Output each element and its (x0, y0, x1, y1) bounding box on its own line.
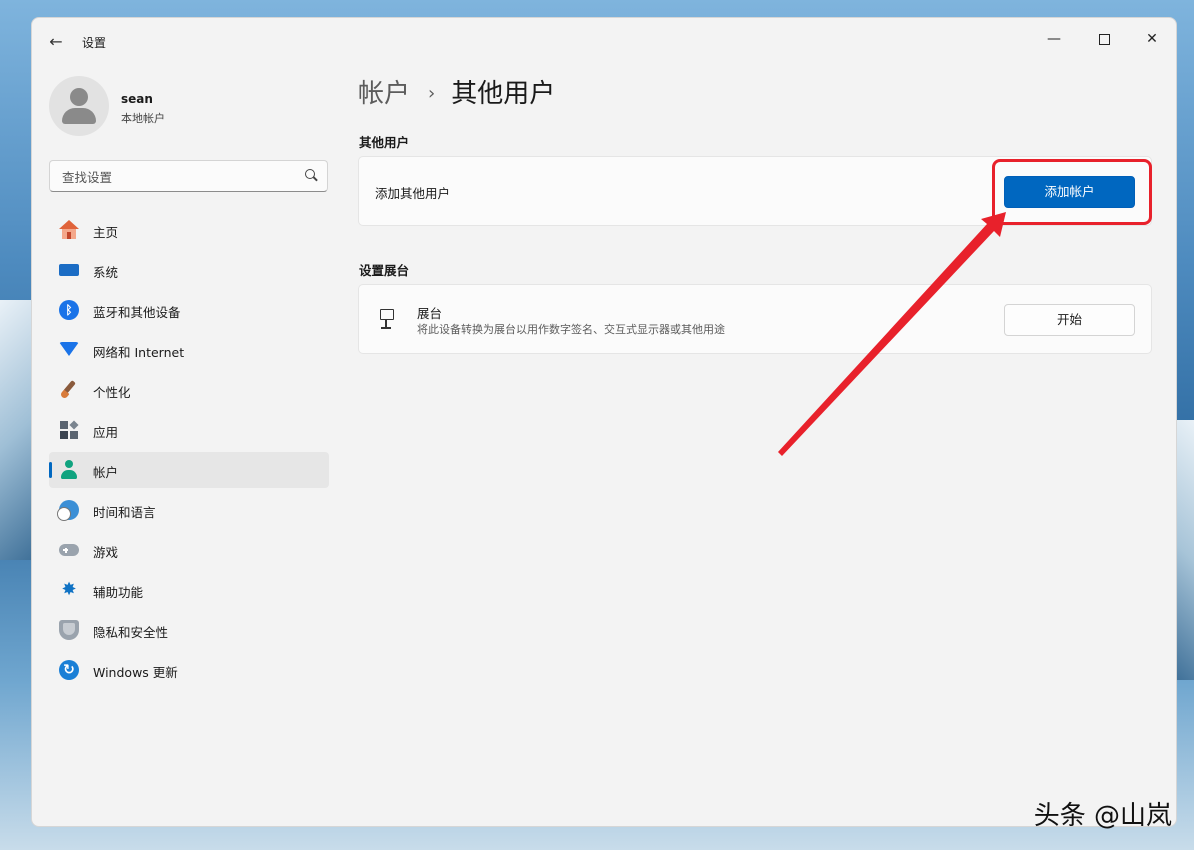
brush-icon (59, 380, 79, 400)
kiosk-icon (379, 309, 395, 331)
sidebar-item-label: 蓝牙和其他设备 (93, 305, 181, 320)
sidebar-item-label: Windows 更新 (93, 665, 178, 680)
accessibility-icon: ✸ (61, 579, 77, 600)
sidebar-item-label: 辅助功能 (93, 585, 144, 600)
sidebar-item-label: 应用 (93, 425, 119, 440)
maximize-button[interactable] (1082, 24, 1126, 54)
sidebar-item-label: 个性化 (93, 385, 131, 400)
avatar[interactable] (49, 76, 109, 136)
settings-window: ← 设置 — ✕ sean 本地帐户 主页 系统 ᛒ 蓝牙和其他设备 网络和 I… (31, 17, 1177, 827)
sidebar-item-label: 隐私和安全性 (93, 625, 169, 640)
back-arrow-icon[interactable]: ← (46, 32, 66, 52)
sidebar-nav: 主页 系统 ᛒ 蓝牙和其他设备 网络和 Internet 个性化 应用 帐户 时… (49, 212, 329, 692)
sidebar-item-label: 游戏 (93, 545, 119, 560)
add-other-user-label: 添加其他用户 (375, 186, 451, 201)
kiosk-start-button[interactable]: 开始 (1004, 304, 1135, 336)
minimize-button[interactable]: — (1032, 24, 1076, 54)
breadcrumb-parent[interactable]: 帐户 (358, 79, 410, 109)
page-title: 其他用户 (451, 79, 556, 109)
sidebar-item-system[interactable]: 系统 (49, 252, 329, 288)
sidebar-item-time-language[interactable]: 时间和语言 (49, 492, 329, 528)
wifi-icon (59, 340, 79, 360)
user-account-type: 本地帐户 (121, 112, 165, 125)
kiosk-description: 将此设备转换为展台以用作数字签名、交互式显示器或其他用途 (417, 323, 725, 336)
annotation-highlight-box (992, 159, 1152, 225)
sidebar-item-privacy[interactable]: 隐私和安全性 (49, 612, 329, 648)
sidebar-item-apps[interactable]: 应用 (49, 412, 329, 448)
watermark-text: 头条 @山岚 (1033, 801, 1172, 831)
maximize-icon (1098, 33, 1110, 45)
apps-icon (59, 420, 79, 440)
sidebar-item-gaming[interactable]: 游戏 (49, 532, 329, 568)
sidebar-item-home[interactable]: 主页 (49, 212, 329, 248)
sidebar-item-label: 网络和 Internet (93, 345, 185, 360)
sidebar-item-accounts[interactable]: 帐户 (49, 452, 329, 488)
bluetooth-icon: ᛒ (59, 300, 79, 320)
sidebar-item-personalization[interactable]: 个性化 (49, 372, 329, 408)
avatar-body (62, 108, 96, 124)
gamepad-icon (59, 544, 79, 556)
sidebar-item-label: 主页 (93, 225, 119, 240)
person-icon (59, 460, 79, 480)
sidebar-item-label: 系统 (93, 265, 119, 280)
app-title: 设置 (82, 36, 107, 50)
monitor-icon (59, 264, 79, 276)
other-users-section-title: 其他用户 (359, 135, 410, 150)
globe-clock-icon (57, 500, 79, 521)
kiosk-card: 展台 将此设备转换为展台以用作数字签名、交互式显示器或其他用途 开始 (358, 284, 1152, 354)
search-input[interactable] (60, 166, 299, 188)
sidebar-item-accessibility[interactable]: ✸ 辅助功能 (49, 572, 329, 608)
update-icon: ↻ (59, 660, 79, 680)
breadcrumb-separator: › (428, 83, 436, 104)
breadcrumb: 帐户 › 其他用户 (358, 76, 555, 112)
shield-icon (59, 620, 79, 640)
home-icon (59, 220, 79, 240)
sidebar-item-label: 时间和语言 (93, 505, 156, 520)
kiosk-title: 展台 (417, 306, 443, 321)
sidebar-item-label: 帐户 (93, 465, 119, 480)
close-button[interactable]: ✕ (1130, 24, 1174, 54)
sidebar-item-network[interactable]: 网络和 Internet (49, 332, 329, 368)
title-bar: ← 设置 — ✕ (32, 18, 1176, 66)
kiosk-section-title: 设置展台 (359, 263, 410, 278)
user-name: sean (121, 92, 153, 106)
search-box[interactable] (49, 160, 328, 192)
search-icon[interactable] (305, 169, 315, 179)
avatar-head (70, 88, 88, 106)
sidebar-item-windows-update[interactable]: ↻ Windows 更新 (49, 652, 329, 688)
sidebar-item-bluetooth[interactable]: ᛒ 蓝牙和其他设备 (49, 292, 329, 328)
